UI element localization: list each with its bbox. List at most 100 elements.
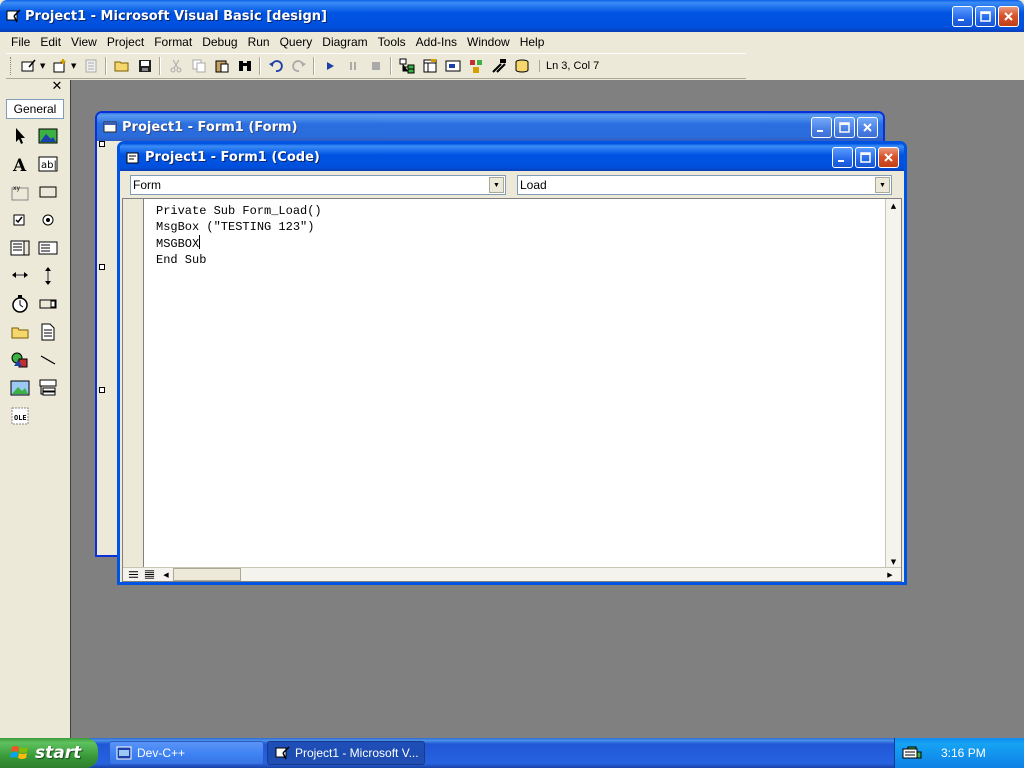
toolbar-separator bbox=[259, 57, 261, 75]
add-project-button[interactable] bbox=[17, 55, 40, 77]
keyboard-language-icon[interactable] bbox=[902, 745, 918, 761]
undo-button[interactable] bbox=[264, 55, 287, 77]
break-button[interactable] bbox=[341, 55, 364, 77]
menu-add-ins[interactable]: Add-Ins bbox=[411, 33, 462, 51]
code-maximize-button[interactable] bbox=[855, 147, 876, 168]
tool-data[interactable] bbox=[34, 376, 62, 400]
taskbar-clock[interactable]: 3:16 PM bbox=[941, 746, 986, 760]
tool-textbox[interactable]: ab| bbox=[34, 152, 62, 176]
cut-button[interactable] bbox=[164, 55, 187, 77]
scroll-right-arrow-icon[interactable]: ▶ bbox=[883, 568, 897, 581]
project-explorer-button[interactable] bbox=[395, 55, 418, 77]
tool-drivelistbox[interactable] bbox=[34, 292, 62, 316]
form-maximize-button[interactable] bbox=[834, 116, 855, 138]
tool-vscrollbar[interactable] bbox=[34, 264, 62, 288]
menu-format[interactable]: Format bbox=[149, 33, 197, 51]
code-text[interactable]: Private Sub Form_Load() MsgBox ("TESTING … bbox=[156, 203, 322, 268]
form-close-button[interactable] bbox=[857, 116, 878, 138]
horizontal-scrollbar[interactable]: ◀ ▶ bbox=[123, 567, 901, 581]
close-button[interactable] bbox=[998, 5, 1019, 27]
tool-hscrollbar[interactable] bbox=[6, 264, 34, 288]
toolbox-close-button[interactable]: ✕ bbox=[50, 80, 64, 94]
tool-checkbox[interactable] bbox=[6, 208, 34, 232]
code-margin-indicator-bar[interactable] bbox=[123, 199, 144, 569]
toolbar-grip[interactable] bbox=[10, 57, 13, 75]
menu-help[interactable]: Help bbox=[515, 33, 550, 51]
tool-frame[interactable]: xy bbox=[6, 180, 34, 204]
menu-project[interactable]: Project bbox=[102, 33, 149, 51]
form-minimize-button[interactable] bbox=[811, 116, 832, 138]
add-form-button[interactable] bbox=[48, 55, 71, 77]
tool-label[interactable]: A bbox=[6, 152, 34, 176]
vertical-scrollbar[interactable]: ▲ ▼ bbox=[885, 199, 901, 569]
object-browser-button[interactable] bbox=[464, 55, 487, 77]
main-title: Project1 - Microsoft Visual Basic [desig… bbox=[25, 8, 327, 24]
menu-run[interactable]: Run bbox=[243, 33, 275, 51]
tool-picturebox[interactable] bbox=[34, 124, 62, 148]
tool-image[interactable] bbox=[6, 376, 34, 400]
menu-window[interactable]: Window bbox=[462, 33, 515, 51]
form-resize-handle[interactable] bbox=[99, 141, 105, 147]
start-button[interactable] bbox=[318, 55, 341, 77]
find-button[interactable] bbox=[233, 55, 256, 77]
object-combo[interactable]: Form ▼ bbox=[130, 175, 506, 195]
close-icon bbox=[884, 153, 893, 162]
add-project-dropdown-arrow[interactable]: ▼ bbox=[40, 62, 48, 70]
tool-dirlistbox[interactable] bbox=[6, 320, 34, 344]
menu-query[interactable]: Query bbox=[275, 33, 318, 51]
cut-scissors-icon bbox=[170, 59, 181, 73]
menu-edit[interactable]: Edit bbox=[35, 33, 66, 51]
taskbar-button-devcpp[interactable]: Dev-C++ bbox=[109, 741, 264, 765]
tool-pointer[interactable] bbox=[6, 124, 34, 148]
menu-editor-button[interactable] bbox=[79, 55, 102, 77]
add-form-dropdown-arrow[interactable]: ▼ bbox=[71, 62, 79, 70]
code-close-button[interactable] bbox=[878, 147, 899, 168]
chevron-down-icon[interactable]: ▼ bbox=[875, 177, 890, 193]
copy-button[interactable] bbox=[187, 55, 210, 77]
tool-combobox[interactable] bbox=[6, 236, 34, 260]
tool-listbox[interactable] bbox=[34, 236, 62, 260]
start-button[interactable]: start bbox=[0, 738, 98, 768]
scroll-left-arrow-icon[interactable]: ◀ bbox=[159, 568, 173, 581]
code-window-title-bar[interactable]: Project1 - Form1 (Code) bbox=[120, 144, 904, 171]
tool-timer[interactable] bbox=[6, 292, 34, 316]
minimize-button[interactable] bbox=[952, 5, 973, 27]
form-resize-handle[interactable] bbox=[99, 264, 105, 270]
chevron-down-icon[interactable]: ▼ bbox=[489, 177, 504, 193]
code-editor[interactable]: Private Sub Form_Load() MsgBox ("TESTING … bbox=[122, 198, 902, 582]
open-project-button[interactable] bbox=[110, 55, 133, 77]
data-view-button[interactable] bbox=[510, 55, 533, 77]
toolbox-button[interactable] bbox=[487, 55, 510, 77]
full-module-view-button[interactable] bbox=[141, 568, 157, 581]
form-window-title-bar[interactable]: Project1 - Form1 (Form) bbox=[97, 113, 883, 141]
tool-shape[interactable] bbox=[6, 348, 34, 372]
menu-view[interactable]: View bbox=[66, 33, 102, 51]
form-resize-handle[interactable] bbox=[99, 387, 105, 393]
svg-text:A: A bbox=[12, 156, 27, 174]
menu-file[interactable]: File bbox=[6, 33, 35, 51]
tool-optionbutton[interactable] bbox=[34, 208, 62, 232]
tool-line[interactable] bbox=[34, 348, 62, 372]
redo-button[interactable] bbox=[287, 55, 310, 77]
procedure-combo[interactable]: Load ▼ bbox=[517, 175, 892, 195]
tool-commandbutton[interactable] bbox=[34, 180, 62, 204]
save-project-button[interactable] bbox=[133, 55, 156, 77]
object-combo-value: Form bbox=[133, 178, 161, 192]
code-minimize-button[interactable] bbox=[832, 147, 853, 168]
end-button[interactable] bbox=[364, 55, 387, 77]
menu-tools[interactable]: Tools bbox=[373, 33, 411, 51]
horizontal-scroll-thumb[interactable] bbox=[173, 568, 241, 581]
procedure-view-button[interactable] bbox=[125, 568, 141, 581]
tool-filelistbox[interactable] bbox=[34, 320, 62, 344]
tool-ole[interactable]: OLE bbox=[6, 404, 34, 428]
maximize-button[interactable] bbox=[975, 5, 996, 27]
taskbar-button-visual-basic[interactable]: Project1 - Microsoft V... bbox=[267, 741, 425, 765]
main-title-bar[interactable]: Project1 - Microsoft Visual Basic [desig… bbox=[0, 0, 1024, 32]
paste-button[interactable] bbox=[210, 55, 233, 77]
menu-diagram[interactable]: Diagram bbox=[317, 33, 372, 51]
scroll-up-arrow-icon[interactable]: ▲ bbox=[886, 199, 901, 213]
form-layout-button[interactable] bbox=[441, 55, 464, 77]
properties-window-button[interactable] bbox=[418, 55, 441, 77]
toolbox-general-tab[interactable]: General bbox=[6, 99, 64, 119]
menu-debug[interactable]: Debug bbox=[197, 33, 242, 51]
